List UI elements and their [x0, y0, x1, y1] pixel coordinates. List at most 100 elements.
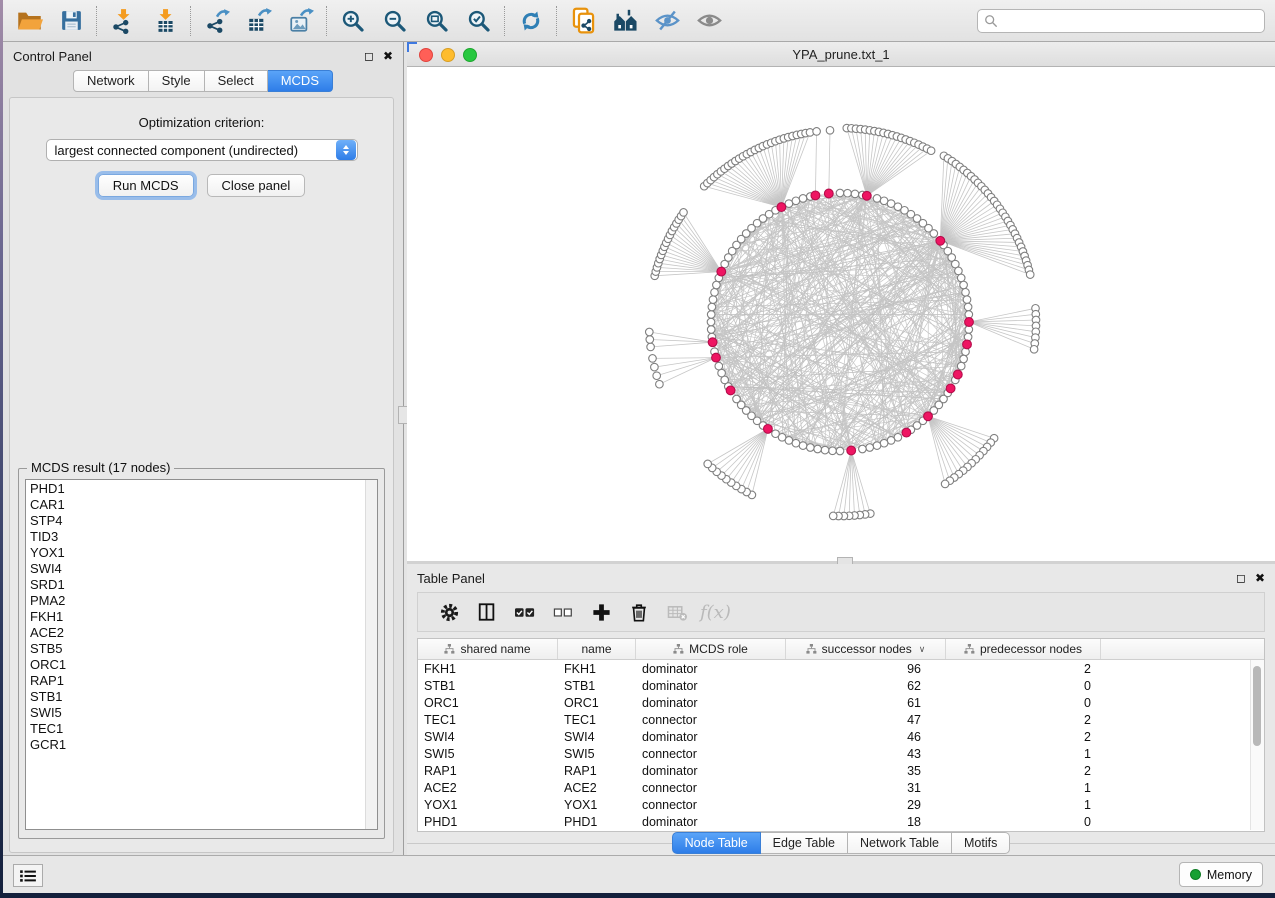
- cell-shared-name[interactable]: STB1: [418, 679, 558, 693]
- graph-hub-node[interactable]: [824, 189, 833, 198]
- graph-node[interactable]: [873, 442, 881, 450]
- cell-shared-name[interactable]: PHD1: [418, 815, 558, 829]
- table-row[interactable]: SWI4SWI4dominator462: [418, 728, 1264, 745]
- cell-successor-nodes[interactable]: 43: [786, 747, 946, 761]
- zoom-out-icon[interactable]: [379, 5, 411, 37]
- cell-successor-nodes[interactable]: 47: [786, 713, 946, 727]
- float-table-panel-icon[interactable]: ◻: [1236, 572, 1246, 584]
- graph-leaf-node[interactable]: [651, 363, 659, 371]
- table-row[interactable]: TEC1TEC1connector472: [418, 711, 1264, 728]
- graph-node[interactable]: [733, 395, 741, 403]
- close-panel-icon[interactable]: ✖: [383, 50, 393, 62]
- graph-node[interactable]: [960, 281, 968, 289]
- mcds-result-item[interactable]: GCR1: [30, 737, 363, 753]
- cell-shared-name[interactable]: ACE2: [418, 781, 558, 795]
- zoom-in-icon[interactable]: [337, 5, 369, 37]
- graph-hub-node[interactable]: [946, 384, 955, 393]
- graph-node[interactable]: [836, 447, 844, 455]
- graph-hub-node[interactable]: [847, 446, 856, 455]
- cell-name[interactable]: FKH1: [558, 662, 636, 676]
- cell-MCDS-role[interactable]: dominator: [636, 815, 786, 829]
- table-tab-network-table[interactable]: Network Table: [848, 832, 952, 854]
- mcds-result-item[interactable]: YOX1: [30, 545, 363, 561]
- column-header-successor-nodes[interactable]: successor nodes∨: [786, 639, 946, 659]
- delete-column-icon[interactable]: [620, 597, 658, 627]
- graph-node[interactable]: [713, 281, 721, 289]
- memory-button[interactable]: Memory: [1179, 862, 1263, 887]
- export-image-icon[interactable]: [285, 5, 317, 37]
- cell-shared-name[interactable]: TEC1: [418, 713, 558, 727]
- graph-leaf-node[interactable]: [927, 147, 935, 155]
- cell-shared-name[interactable]: SWI4: [418, 730, 558, 744]
- cell-predecessor-nodes[interactable]: 0: [946, 815, 1101, 829]
- graph-node[interactable]: [960, 355, 968, 363]
- column-header-shared-name[interactable]: shared name: [418, 639, 558, 659]
- graph-node[interactable]: [807, 444, 815, 452]
- table-row[interactable]: SWI5SWI5connector431: [418, 745, 1264, 762]
- graph-leaf-node[interactable]: [1030, 346, 1038, 354]
- graph-leaf-node[interactable]: [649, 355, 657, 363]
- graph-node[interactable]: [709, 296, 717, 304]
- export-table-icon[interactable]: [243, 5, 275, 37]
- graph-hub-node[interactable]: [902, 428, 911, 437]
- tab-network[interactable]: Network: [73, 70, 149, 92]
- minimize-window-icon[interactable]: [441, 48, 455, 62]
- graph-leaf-node[interactable]: [680, 209, 688, 217]
- table-row[interactable]: RAP1RAP1dominator352: [418, 762, 1264, 779]
- show-all-icon[interactable]: [693, 5, 725, 37]
- cell-name[interactable]: YOX1: [558, 798, 636, 812]
- run-mcds-button[interactable]: Run MCDS: [98, 174, 194, 197]
- show-columns-icon[interactable]: [468, 597, 506, 627]
- graph-node[interactable]: [957, 274, 965, 282]
- settings-gear-icon[interactable]: [430, 597, 468, 627]
- cell-MCDS-role[interactable]: dominator: [636, 679, 786, 693]
- graph-hub-node[interactable]: [924, 412, 933, 421]
- graph-node[interactable]: [880, 439, 888, 447]
- table-row[interactable]: ACE2ACE2connector311: [418, 779, 1264, 796]
- graph-hub-node[interactable]: [726, 386, 735, 395]
- network-graph[interactable]: [407, 67, 1275, 561]
- tab-mcds[interactable]: MCDS: [268, 70, 333, 92]
- graph-hub-node[interactable]: [764, 425, 773, 434]
- cell-name[interactable]: TEC1: [558, 713, 636, 727]
- cell-MCDS-role[interactable]: connector: [636, 747, 786, 761]
- mcds-result-item[interactable]: SRD1: [30, 577, 363, 593]
- graph-leaf-node[interactable]: [656, 380, 664, 388]
- graph-node[interactable]: [964, 303, 972, 311]
- graph-leaf-node[interactable]: [813, 128, 821, 136]
- hide-selection-icon[interactable]: [651, 5, 683, 37]
- graph-node[interactable]: [799, 442, 807, 450]
- close-window-icon[interactable]: [419, 48, 433, 62]
- neighborhood-icon[interactable]: [609, 5, 641, 37]
- graph-node[interactable]: [851, 190, 859, 198]
- cell-MCDS-role[interactable]: connector: [636, 798, 786, 812]
- graph-node[interactable]: [844, 189, 852, 197]
- criterion-dropdown[interactable]: largest connected component (undirected): [46, 139, 358, 161]
- mcds-result-item[interactable]: PMA2: [30, 593, 363, 609]
- graph-leaf-node[interactable]: [646, 328, 654, 336]
- graph-node[interactable]: [707, 326, 715, 334]
- cell-name[interactable]: PHD1: [558, 815, 636, 829]
- graph-hub-node[interactable]: [708, 338, 717, 347]
- export-network-icon[interactable]: [201, 5, 233, 37]
- cell-successor-nodes[interactable]: 96: [786, 662, 946, 676]
- close-panel-button[interactable]: Close panel: [207, 174, 306, 197]
- tab-style[interactable]: Style: [149, 70, 205, 92]
- zoom-selected-icon[interactable]: [463, 5, 495, 37]
- graph-node[interactable]: [957, 362, 965, 370]
- cell-shared-name[interactable]: FKH1: [418, 662, 558, 676]
- import-network-icon[interactable]: [107, 5, 139, 37]
- table-row[interactable]: ORC1ORC1dominator610: [418, 694, 1264, 711]
- network-canvas[interactable]: [407, 67, 1275, 561]
- zoom-fit-icon[interactable]: [421, 5, 453, 37]
- new-network-from-selection-icon[interactable]: [567, 5, 599, 37]
- graph-leaf-node[interactable]: [646, 336, 654, 344]
- column-header-predecessor-nodes[interactable]: predecessor nodes: [946, 639, 1101, 659]
- cell-successor-nodes[interactable]: 61: [786, 696, 946, 710]
- graph-hub-node[interactable]: [777, 203, 786, 212]
- result-scrollbar[interactable]: [365, 480, 377, 829]
- cell-shared-name[interactable]: YOX1: [418, 798, 558, 812]
- cell-name[interactable]: SWI4: [558, 730, 636, 744]
- graph-leaf-node[interactable]: [704, 460, 712, 468]
- graph-node[interactable]: [873, 195, 881, 203]
